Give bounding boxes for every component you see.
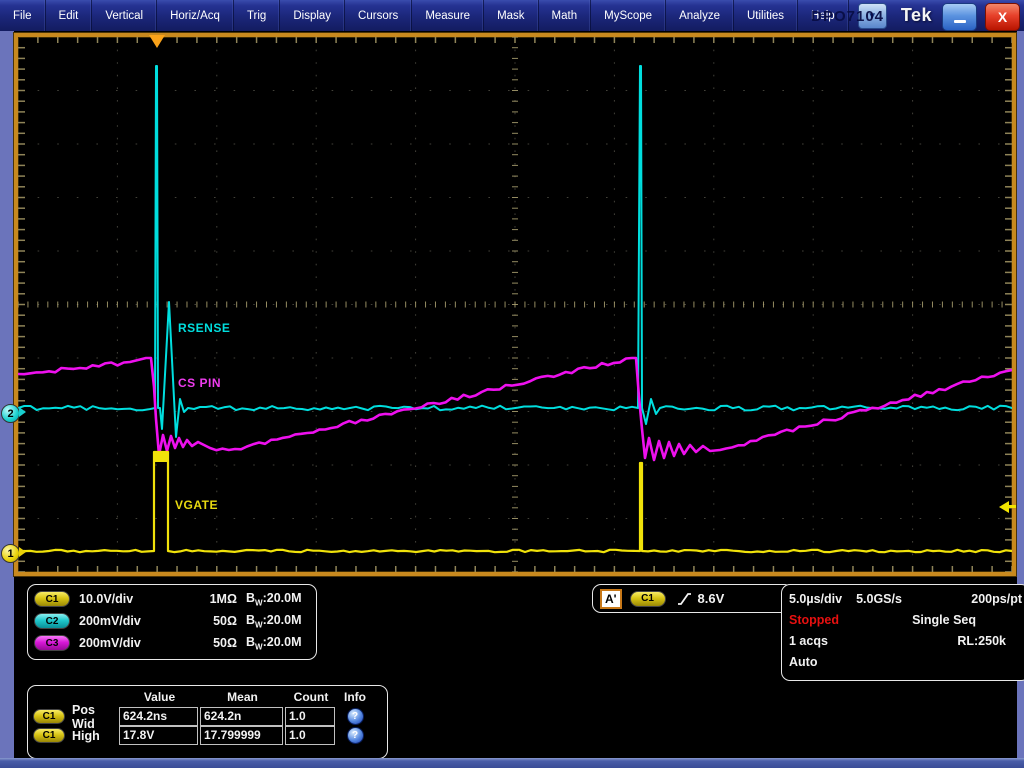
acquisition-mode: Single Seq xyxy=(912,613,976,627)
channel2-marker-arrow-icon xyxy=(19,407,26,417)
channel2-scale: 200mV/div xyxy=(79,614,191,628)
menu-myscope[interactable]: MyScope xyxy=(591,0,666,31)
trigger-mode: Auto xyxy=(789,655,817,669)
menu-cursors[interactable]: Cursors xyxy=(345,0,412,31)
channel3-scale: 200mV/div xyxy=(79,636,191,650)
tek-logo: Tek xyxy=(901,5,932,26)
meas-row1-value: 624.2ns xyxy=(119,707,198,726)
trace-label-vgate: VGATE xyxy=(175,498,218,512)
channel1-marker-arrow-icon xyxy=(19,547,26,557)
acquisition-panel: 5.0µs/div 5.0GS/s 200ps/pt Stopped Singl… xyxy=(781,584,1024,681)
channel-settings-panel: C1 10.0V/div 1MΩ BW:20.0M C2 200mV/div 5… xyxy=(27,584,317,660)
menu-edit[interactable]: Edit xyxy=(46,0,93,31)
oscilloscope-screen: File Edit Vertical Horiz/Acq Trig Displa… xyxy=(0,0,1024,768)
trigger-level-tail xyxy=(1008,505,1016,508)
menu-bar: File Edit Vertical Horiz/Acq Trig Displa… xyxy=(0,0,1024,32)
channel1-bandwidth: BW:20.0M xyxy=(246,591,302,608)
menu-utilities[interactable]: Utilities xyxy=(734,0,798,31)
meas-row2-name: C1 High xyxy=(33,728,119,743)
menu-vertical[interactable]: Vertical xyxy=(92,0,157,31)
meas-row1-source-badge[interactable]: C1 xyxy=(33,709,65,724)
graticule: RSENSE CS PIN VGATE xyxy=(14,33,1016,576)
meas-row2-source-badge[interactable]: C1 xyxy=(33,728,65,743)
trace-c1-pulse-cap xyxy=(154,452,168,462)
channel2-badge[interactable]: C2 xyxy=(34,613,70,629)
menu-horiz-acq[interactable]: Horiz/Acq xyxy=(157,0,234,31)
acquisition-count: 1 acqs xyxy=(789,634,828,648)
trigger-position-icon[interactable] xyxy=(149,35,165,48)
info-icon[interactable]: ? xyxy=(347,708,364,725)
trigger-source-badge[interactable]: C1 xyxy=(630,591,666,607)
sample-rate: 5.0GS/s xyxy=(856,592,902,606)
bottom-taskbar-strip xyxy=(0,758,1024,768)
acquisition-status: Stopped xyxy=(789,613,839,627)
channel2-row[interactable]: C2 200mV/div 50Ω BW:20.0M xyxy=(34,610,308,632)
trigger-a-badge: A' xyxy=(600,589,622,609)
minimize-icon xyxy=(954,20,966,23)
menu-display[interactable]: Display xyxy=(280,0,345,31)
trigger-level-value: 8.6V xyxy=(698,591,725,606)
close-icon: X xyxy=(998,9,1007,25)
trigger-panel[interactable]: A' C1 8.6V xyxy=(592,584,793,613)
close-button[interactable]: X xyxy=(985,3,1020,31)
left-border xyxy=(0,31,14,768)
meas-row2-mean: 17.799999 xyxy=(200,726,283,745)
menu-math[interactable]: Math xyxy=(539,0,592,31)
trace-label-cspin: CS PIN xyxy=(178,376,221,390)
channel3-row[interactable]: C3 200mV/div 50Ω BW:20.0M xyxy=(34,632,308,654)
channel1-marker[interactable]: 1 xyxy=(1,544,20,563)
menu-file[interactable]: File xyxy=(0,0,46,31)
meas-row2-value: 17.8V xyxy=(119,726,198,745)
menu-measure[interactable]: Measure xyxy=(412,0,484,31)
menu-trig[interactable]: Trig xyxy=(234,0,280,31)
meas-row2-count: 1.0 xyxy=(285,726,335,745)
channel2-bandwidth: BW:20.0M xyxy=(246,613,302,630)
meas-row1-mean: 624.2n xyxy=(200,707,283,726)
sample-resolution: 200ps/pt xyxy=(971,592,1022,606)
rising-edge-icon xyxy=(676,591,693,607)
meas-header-count: Count xyxy=(285,688,337,707)
channel1-badge[interactable]: C1 xyxy=(34,591,70,607)
channel3-bandwidth: BW:20.0M xyxy=(246,635,302,652)
waveform-plot xyxy=(18,37,1012,572)
menu-mask[interactable]: Mask xyxy=(484,0,538,31)
meas-row1-name: C1 Pos Wid xyxy=(33,703,119,731)
timebase-scale: 5.0µs/div xyxy=(789,592,842,606)
measurement-panel: Value Mean Count Info C1 Pos Wid 624.2ns… xyxy=(27,685,388,759)
trace-c1 xyxy=(18,452,1012,552)
minimize-button[interactable] xyxy=(942,3,977,31)
menu-analyze[interactable]: Analyze xyxy=(666,0,734,31)
channel3-badge[interactable]: C3 xyxy=(34,635,70,651)
channel2-impedance: 50Ω xyxy=(191,614,237,628)
channel2-marker[interactable]: 2 xyxy=(1,404,20,423)
trace-label-rsense: RSENSE xyxy=(178,321,230,335)
record-length: RL:250k xyxy=(957,634,1006,648)
model-label: DPO7104 xyxy=(811,8,884,25)
meas-row1-count: 1.0 xyxy=(285,707,335,726)
meas-header-mean: Mean xyxy=(200,688,285,707)
meas-header-value: Value xyxy=(119,688,200,707)
channel1-scale: 10.0V/div xyxy=(79,592,191,606)
channel1-impedance: 1MΩ xyxy=(191,592,237,606)
meas-header-info: Info xyxy=(337,688,373,707)
channel1-row[interactable]: C1 10.0V/div 1MΩ BW:20.0M xyxy=(34,588,308,610)
channel3-impedance: 50Ω xyxy=(191,636,237,650)
info-icon[interactable]: ? xyxy=(347,727,364,744)
